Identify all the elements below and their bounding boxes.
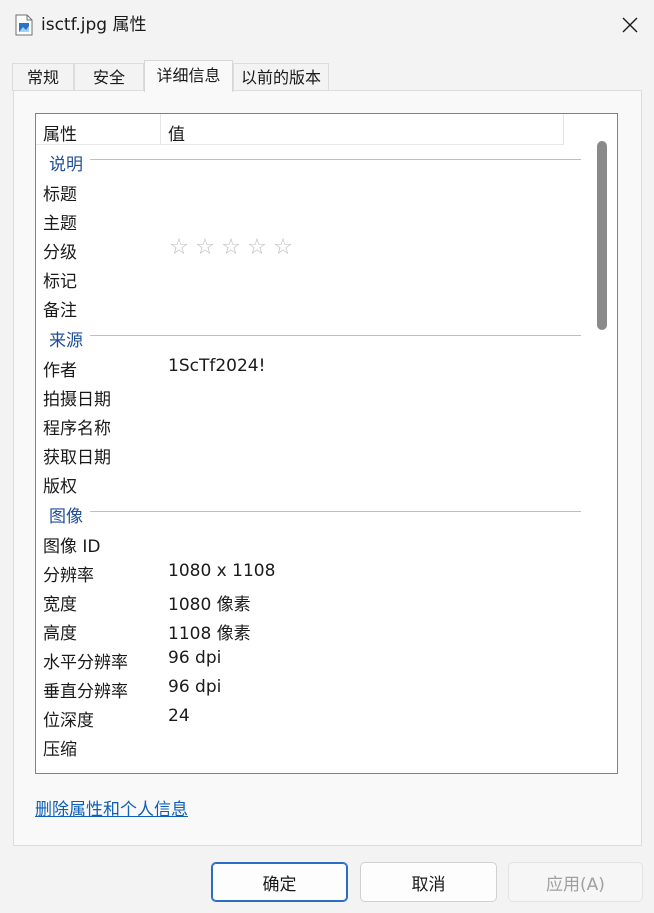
property-name: 作者	[43, 361, 77, 381]
property-name: 获取日期	[43, 448, 111, 468]
group-label: 来源	[49, 331, 83, 351]
property-name: 主题	[43, 214, 77, 234]
cancel-button[interactable]: 取消	[360, 862, 497, 902]
property-name: 拍摄日期	[43, 390, 111, 410]
property-row-program-name[interactable]: 程序名称	[36, 410, 591, 439]
star-icon[interactable]: ☆	[220, 235, 242, 261]
property-name: 备注	[43, 301, 77, 321]
property-name: 分级	[43, 243, 77, 263]
star-icon[interactable]: ☆	[168, 235, 190, 261]
group-divider	[90, 511, 581, 512]
property-value[interactable]: 1ScTf2024!	[168, 356, 265, 376]
property-row-date-taken[interactable]: 拍摄日期	[36, 381, 591, 410]
column-header-value[interactable]: 值	[168, 120, 185, 145]
apply-button[interactable]: 应用(A)	[508, 862, 643, 902]
property-row-authors[interactable]: 作者 1ScTf2024!	[36, 352, 591, 381]
list-header: 属性 值	[36, 114, 564, 145]
property-row-title[interactable]: 标题	[36, 176, 591, 205]
property-name: 图像 ID	[43, 537, 101, 557]
tab-previous-versions[interactable]: 以前的版本	[233, 63, 329, 91]
star-icon[interactable]: ☆	[272, 235, 294, 261]
property-row-bit-depth[interactable]: 位深度 24	[36, 702, 591, 731]
property-row-width[interactable]: 宽度 1080 像素	[36, 586, 591, 615]
close-button[interactable]	[610, 10, 650, 40]
column-divider[interactable]	[563, 114, 564, 145]
group-divider	[90, 159, 581, 160]
property-row-image-id[interactable]: 图像 ID	[36, 528, 591, 557]
rating-stars[interactable]: ☆ ☆ ☆ ☆ ☆	[168, 235, 294, 261]
remove-properties-link[interactable]: 删除属性和个人信息	[35, 795, 188, 820]
property-name: 程序名称	[43, 419, 111, 439]
vertical-scrollbar[interactable]	[591, 114, 617, 773]
title-bar: isctf.jpg 属性	[0, 0, 654, 50]
column-divider[interactable]	[160, 114, 161, 145]
group-divider	[90, 335, 581, 336]
property-value[interactable]: 96 dpi	[168, 677, 221, 697]
property-name: 水平分辨率	[43, 653, 128, 673]
scroll-thumb[interactable]	[597, 141, 607, 330]
group-header-description: 说明	[36, 145, 591, 176]
property-row-horizontal-resolution[interactable]: 水平分辨率 96 dpi	[36, 644, 591, 673]
property-row-subject[interactable]: 主题	[36, 205, 591, 234]
property-name: 标题	[43, 185, 77, 205]
group-label: 图像	[49, 507, 83, 527]
close-icon	[622, 17, 638, 33]
property-name: 标记	[43, 272, 77, 292]
tab-security[interactable]: 安全	[74, 63, 144, 91]
group-header-image: 图像	[36, 497, 591, 528]
tab-general[interactable]: 常规	[12, 63, 74, 91]
property-name: 位深度	[43, 711, 94, 731]
property-name: 宽度	[43, 595, 77, 615]
property-row-vertical-resolution[interactable]: 垂直分辨率 96 dpi	[36, 673, 591, 702]
property-name: 版权	[43, 477, 77, 497]
property-list[interactable]: 属性 值 说明 标题 主题 分级 ☆ ☆ ☆ ☆ ☆ 标记 备注 来源 作者 1…	[35, 113, 618, 774]
window-title: isctf.jpg 属性	[41, 15, 147, 35]
property-row-tags[interactable]: 标记	[36, 263, 591, 292]
property-row-comments[interactable]: 备注	[36, 292, 591, 321]
property-name: 垂直分辨率	[43, 682, 128, 702]
property-row-date-acquired[interactable]: 获取日期	[36, 439, 591, 468]
property-row-height[interactable]: 高度 1108 像素	[36, 615, 591, 644]
property-name: 分辨率	[43, 566, 94, 586]
property-rows: 说明 标题 主题 分级 ☆ ☆ ☆ ☆ ☆ 标记 备注 来源 作者 1ScTf2…	[36, 145, 591, 760]
property-value[interactable]: 1108 像素	[168, 619, 251, 644]
star-icon[interactable]: ☆	[194, 235, 216, 261]
image-file-icon	[15, 14, 33, 36]
property-value[interactable]: 96 dpi	[168, 648, 221, 668]
property-row-rating[interactable]: 分级 ☆ ☆ ☆ ☆ ☆	[36, 234, 591, 263]
property-value[interactable]: 1080 像素	[168, 590, 251, 615]
property-name: 高度	[43, 624, 77, 644]
group-header-origin: 来源	[36, 321, 591, 352]
property-row-dimensions[interactable]: 分辨率 1080 x 1108	[36, 557, 591, 586]
property-row-copyright[interactable]: 版权	[36, 468, 591, 497]
property-value[interactable]: 24	[168, 706, 190, 726]
star-icon[interactable]: ☆	[246, 235, 268, 261]
ok-button[interactable]: 确定	[211, 862, 348, 902]
tab-details[interactable]: 详细信息	[144, 60, 233, 92]
property-name: 压缩	[43, 740, 77, 760]
group-label: 说明	[49, 155, 83, 175]
property-value[interactable]: 1080 x 1108	[168, 561, 275, 581]
column-header-property[interactable]: 属性	[43, 120, 77, 145]
property-row-compression[interactable]: 压缩	[36, 731, 591, 760]
